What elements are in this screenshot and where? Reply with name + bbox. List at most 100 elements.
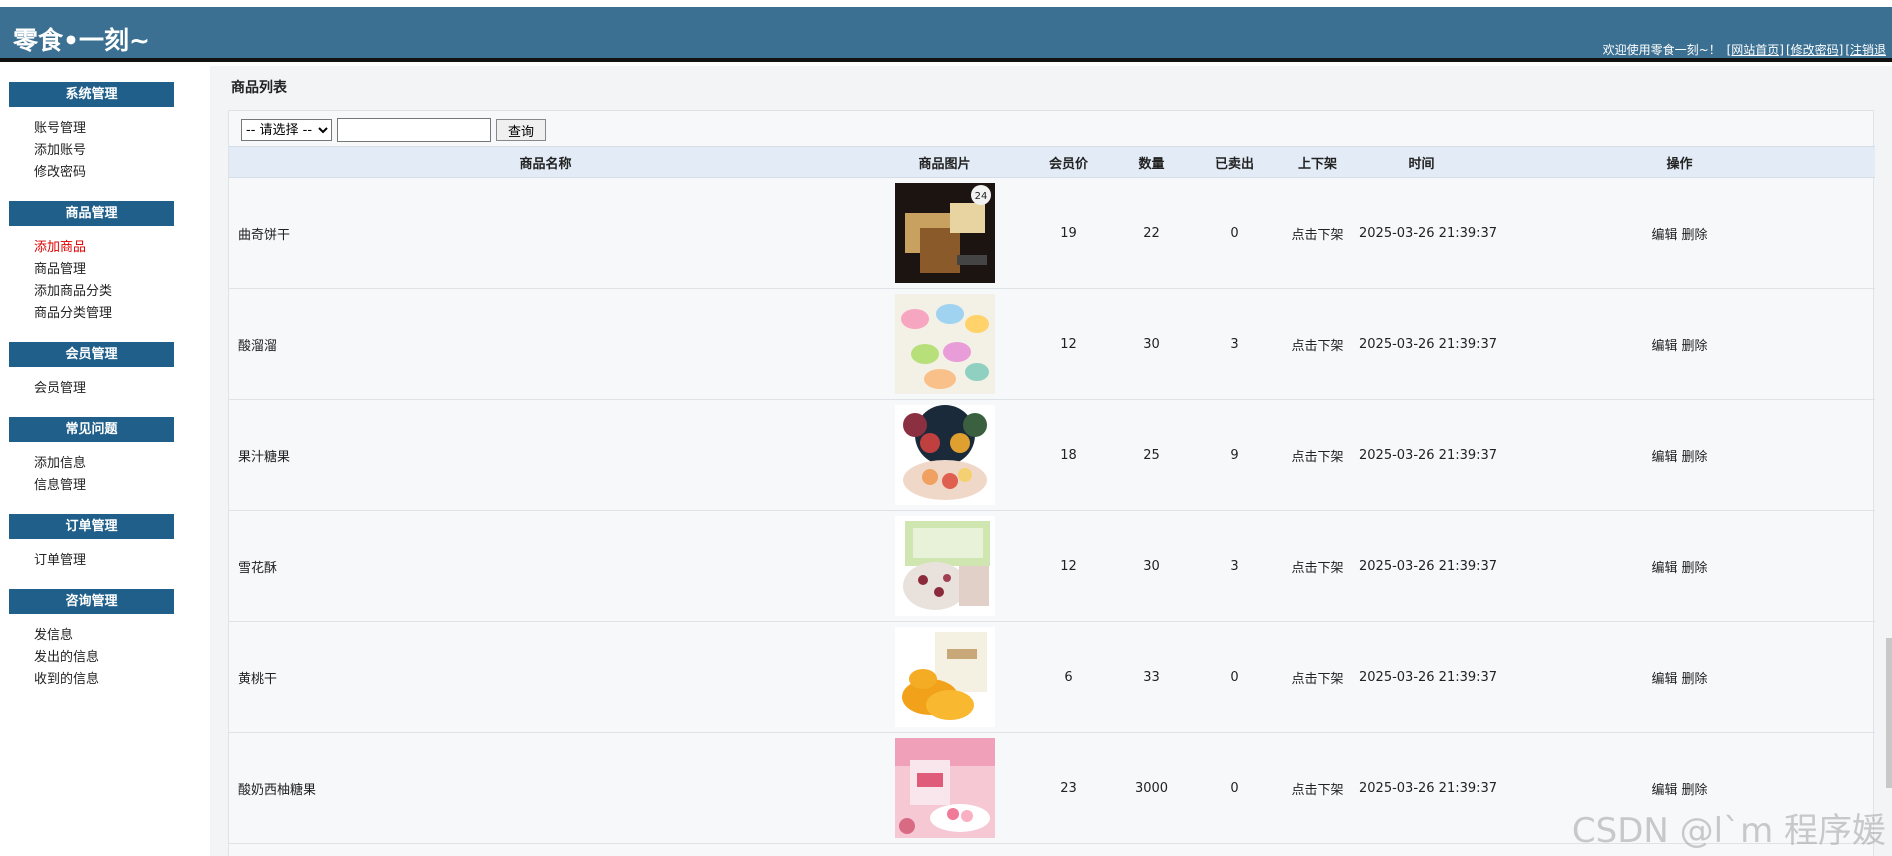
- product-sold: 0: [1193, 732, 1276, 844]
- menu-group-faq: 常见问题 添加信息 信息管理: [9, 417, 210, 497]
- table-row: 酸溜溜 12 30 3 点击下架 2025-03-26 21:39:37 编辑删…: [229, 288, 1875, 400]
- menu-group-member: 会员管理 会员管理: [9, 342, 210, 400]
- sidebar-item-received-messages[interactable]: 收到的信息: [34, 669, 210, 691]
- shelf-toggle-link[interactable]: 点击下架: [1291, 450, 1343, 465]
- table-row: 黄桃干 6 33 0 点击下架 2025-03-26 21:39:37 编辑 删除: [229, 621, 1875, 733]
- product-price: 12: [1027, 288, 1110, 400]
- menu-group-product: 商品管理 添加商品 商品管理 添加商品分类 商品分类管理: [9, 201, 210, 325]
- watermark: CSDN @l`m 程序媛: [1571, 811, 1886, 851]
- product-sold: 0: [1193, 177, 1276, 289]
- shelf-toggle-link[interactable]: 点击下架: [1291, 783, 1343, 798]
- product-price: 19: [1027, 177, 1110, 289]
- welcome-text: 欢迎使用零食一刻~！: [1602, 43, 1721, 57]
- page-title: 商品列表: [231, 80, 287, 96]
- sour-candy-product-image: [894, 294, 995, 394]
- product-qty: 22: [1110, 177, 1193, 289]
- product-price: 12: [1027, 510, 1110, 622]
- sidebar-item-add-account[interactable]: 添加账号: [34, 140, 210, 162]
- table-row: 曲奇饼干 24 19 22 0 点击下架 2025-03-26 21:39:37…: [229, 177, 1875, 289]
- menu-title-consult: 咨询管理: [9, 589, 174, 614]
- shelf-toggle-link[interactable]: 点击下架: [1291, 672, 1343, 687]
- menu-title-system: 系统管理: [9, 82, 174, 107]
- product-name: 果汁糖果: [229, 399, 862, 511]
- delete-link[interactable]: 删除: [1682, 228, 1708, 243]
- sidebar-item-member-manage[interactable]: 会员管理: [34, 378, 210, 400]
- menu-group-system: 系统管理 账号管理 添加账号 修改密码: [9, 82, 210, 184]
- yogurt-grapefruit-candy-product-image: [894, 738, 995, 838]
- product-time: 2025-03-26 21:39:37: [1359, 732, 1497, 844]
- header-user-bar: 欢迎使用零食一刻~！ [网站首页] [修改密码] [注销退: [1601, 41, 1886, 58]
- delete-link[interactable]: 删除: [1682, 339, 1708, 354]
- shelf-toggle-link[interactable]: 点击下架: [1291, 561, 1343, 576]
- sidebar-item-product-manage[interactable]: 商品管理: [34, 259, 210, 281]
- menu-title-product: 商品管理: [9, 201, 174, 226]
- product-time: 2025-03-26 21:39:37: [1359, 177, 1497, 289]
- delete-link[interactable]: 删除: [1682, 561, 1708, 576]
- edit-link[interactable]: 编辑: [1651, 783, 1677, 798]
- edit-link[interactable]: 编辑: [1651, 450, 1677, 465]
- sidebar-item-sent-messages[interactable]: 发出的信息: [34, 647, 210, 669]
- product-time: 2025-03-26 21:39:37: [1359, 621, 1497, 733]
- menu-title-order: 订单管理: [9, 514, 174, 539]
- product-price: 6: [1027, 621, 1110, 733]
- product-qty: 25: [1110, 399, 1193, 511]
- product-sold: 3: [1193, 288, 1276, 400]
- search-button[interactable]: 查询: [496, 119, 546, 141]
- delete-link[interactable]: 删除: [1682, 672, 1708, 687]
- column-header-sold: 已卖出: [1193, 146, 1276, 178]
- shelf-toggle-link[interactable]: 点击下架: [1291, 228, 1343, 243]
- menu-title-faq: 常见问题: [9, 417, 174, 442]
- snowflake-crisp-product-image: [894, 516, 995, 616]
- table-row: 雪花酥 12 30 3 点击下架 2025-03-26 21:39:37 编辑删…: [229, 510, 1875, 622]
- header-bar: 零食•一刻~ 欢迎使用零食一刻~！ [网站首页] [修改密码] [注销退: [0, 7, 1892, 62]
- app-window: 零食•一刻~ 欢迎使用零食一刻~！ [网站首页] [修改密码] [注销退 系统管理 …: [0, 0, 1892, 856]
- edit-link[interactable]: 编辑: [1651, 672, 1677, 687]
- edit-link[interactable]: 编辑: [1651, 228, 1677, 243]
- sidebar-item-change-password[interactable]: 修改密码: [34, 162, 210, 184]
- top-strip: [0, 0, 1892, 7]
- sidebar-item-info-manage[interactable]: 信息管理: [34, 475, 210, 497]
- sidebar-item-add-product[interactable]: 添加商品: [34, 237, 210, 259]
- product-qty: 33: [1110, 621, 1193, 733]
- change-password-link[interactable]: [修改密码]: [1786, 43, 1843, 57]
- sidebar-item-add-category[interactable]: 添加商品分类: [34, 281, 210, 303]
- product-sold: 9: [1193, 399, 1276, 511]
- menu-group-consult: 咨询管理 发信息 发出的信息 收到的信息: [9, 589, 210, 691]
- delete-link[interactable]: 删除: [1682, 450, 1708, 465]
- sidebar-item-order-manage[interactable]: 订单管理: [34, 550, 210, 572]
- sidebar-item-category-manage[interactable]: 商品分类管理: [34, 303, 210, 325]
- site-title: 零食•一刻~: [13, 26, 150, 55]
- product-sold: 0: [1193, 621, 1276, 733]
- product-price: 23: [1027, 732, 1110, 844]
- search-input[interactable]: [337, 118, 491, 142]
- table-header-row: 商品名称 商品图片 会员价 数量 已卖出 上下架 时间 操作: [229, 146, 1875, 178]
- dried-peach-product-image: [894, 627, 995, 727]
- juice-candy-product-image: [894, 405, 995, 505]
- scrollbar-thumb[interactable]: [1886, 638, 1892, 788]
- sidebar-item-account-manage[interactable]: 账号管理: [34, 118, 210, 140]
- edit-link[interactable]: 编辑: [1651, 561, 1677, 576]
- sidebar-item-send-message[interactable]: 发信息: [34, 625, 210, 647]
- product-time: 2025-03-26 21:39:37: [1359, 510, 1497, 622]
- menu-group-order: 订单管理 订单管理: [9, 514, 210, 572]
- column-header-price: 会员价: [1027, 146, 1110, 178]
- logout-link[interactable]: [注销退: [1845, 43, 1886, 57]
- product-time: 2025-03-26 21:39:37: [1359, 399, 1497, 511]
- product-qty: 3000: [1110, 732, 1193, 844]
- home-link[interactable]: [网站首页]: [1727, 43, 1784, 57]
- sidebar-item-add-info[interactable]: 添加信息: [34, 453, 210, 475]
- product-table: 商品名称 商品图片 会员价 数量 已卖出 上下架 时间 操作 曲奇饼干 24 1…: [229, 146, 1875, 844]
- delete-link[interactable]: 删除: [1682, 783, 1708, 798]
- product-name: 酸溜溜: [229, 288, 862, 400]
- product-name: 曲奇饼干: [229, 177, 862, 289]
- product-sold: 3: [1193, 510, 1276, 622]
- product-time: 2025-03-26 21:39:37: [1359, 288, 1497, 400]
- column-header-image: 商品图片: [862, 146, 1027, 178]
- edit-link[interactable]: 编辑: [1651, 339, 1677, 354]
- search-category-select[interactable]: -- 请选择 --: [241, 119, 332, 141]
- search-bar: -- 请选择 -- 查询: [241, 117, 546, 143]
- sidebar: 系统管理 账号管理 添加账号 修改密码 商品管理 添加商品 商品管理 添加商品分…: [0, 66, 210, 856]
- shelf-toggle-link[interactable]: 点击下架: [1291, 339, 1343, 354]
- column-header-name: 商品名称: [229, 146, 862, 178]
- menu-title-member: 会员管理: [9, 342, 174, 367]
